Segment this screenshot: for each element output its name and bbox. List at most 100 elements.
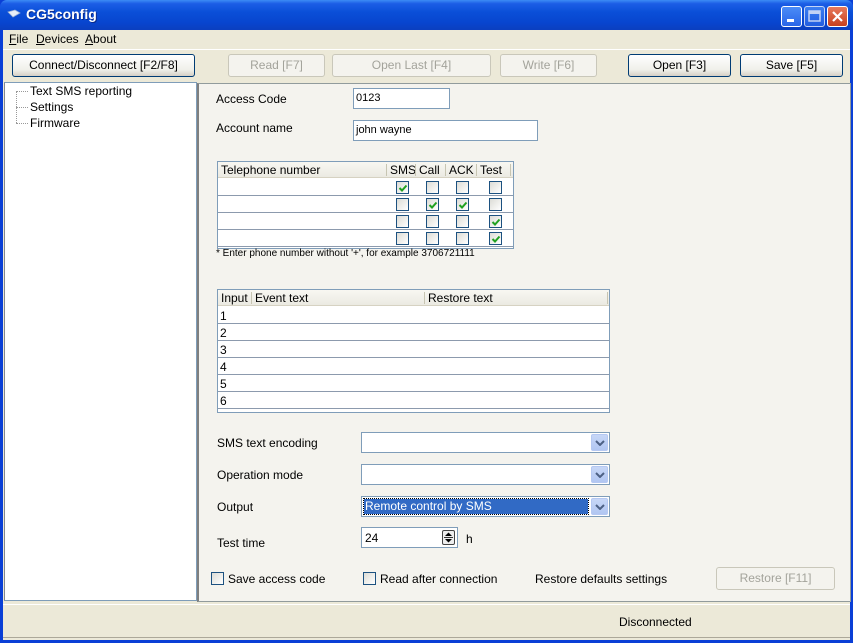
test-checkbox[interactable] [489, 232, 502, 245]
restore-text-cell[interactable] [427, 360, 605, 374]
event-table-row: 5 [218, 375, 609, 392]
save-access-code-label[interactable]: Save access code [228, 572, 325, 586]
ack-checkbox[interactable] [456, 232, 469, 245]
menu-file[interactable]: File [9, 32, 28, 46]
phone-table-row [218, 230, 513, 247]
check-icon [398, 184, 408, 192]
minimize-button[interactable] [781, 6, 802, 27]
dropdown-button[interactable] [591, 498, 608, 515]
input-number-cell: 1 [220, 309, 227, 323]
output-label: Output [217, 500, 254, 514]
menu-devices[interactable]: Devices [36, 32, 79, 46]
call-checkbox[interactable] [426, 198, 439, 211]
column-event-text[interactable]: Event text [255, 291, 308, 305]
restore-button[interactable]: Restore [F11] [716, 567, 835, 590]
test-checkbox[interactable] [489, 181, 502, 194]
test-time-spinner[interactable]: 24 [361, 527, 458, 548]
input-number-cell: 4 [220, 360, 227, 374]
close-button[interactable] [827, 6, 848, 27]
telephone-number-cell[interactable] [220, 215, 385, 229]
telephone-number-cell[interactable] [220, 232, 385, 246]
event-table-row: 6 [218, 392, 609, 409]
restore-text-cell[interactable] [427, 394, 605, 408]
column-sms[interactable]: SMS [390, 163, 416, 177]
column-ack[interactable]: ACK [449, 163, 474, 177]
event-text-cell[interactable] [254, 343, 422, 357]
output-select[interactable]: Remote control by SMS [361, 496, 610, 517]
event-text-cell[interactable] [254, 309, 422, 323]
test-checkbox[interactable] [489, 198, 502, 211]
restore-text-cell[interactable] [427, 377, 605, 391]
ack-checkbox[interactable] [456, 181, 469, 194]
sms-checkbox[interactable] [396, 181, 409, 194]
call-checkbox[interactable] [426, 232, 439, 245]
window-title: CG5config [26, 6, 97, 22]
account-name-input[interactable]: john wayne [353, 120, 538, 141]
column-input[interactable]: Input [221, 291, 248, 305]
menu-about[interactable]: About [85, 32, 116, 46]
status-bar: Disconnected [3, 604, 850, 638]
call-checkbox[interactable] [426, 181, 439, 194]
tree-connector [16, 123, 28, 124]
open-button[interactable]: Open [F3] [628, 54, 731, 77]
test-time-value: 24 [365, 531, 379, 545]
app-icon [7, 9, 21, 18]
test-checkbox[interactable] [489, 215, 502, 228]
maximize-button[interactable] [804, 6, 825, 27]
tree-item-text-sms-reporting[interactable]: Text SMS reporting [30, 84, 132, 98]
chevron-down-icon [595, 504, 605, 510]
write-button[interactable]: Write [F6] [500, 54, 597, 77]
column-call[interactable]: Call [419, 163, 440, 177]
save-button[interactable]: Save [F5] [740, 54, 843, 77]
maximize-icon [808, 10, 821, 22]
restore-text-cell[interactable] [427, 343, 605, 357]
call-checkbox[interactable] [426, 215, 439, 228]
tree-item-settings[interactable]: Settings [30, 100, 73, 114]
read-after-connection-checkbox[interactable] [363, 572, 376, 585]
input-number-cell: 3 [220, 343, 227, 357]
operation-mode-label: Operation mode [217, 468, 304, 482]
tree-item-firmware[interactable]: Firmware [30, 116, 80, 130]
sms-encoding-select[interactable] [361, 432, 610, 453]
ack-checkbox[interactable] [456, 198, 469, 211]
sms-checkbox[interactable] [396, 215, 409, 228]
event-text-cell[interactable] [254, 360, 422, 374]
column-separator [415, 164, 416, 176]
dropdown-button[interactable] [591, 466, 608, 483]
check-icon [458, 201, 468, 209]
spin-buttons[interactable] [442, 530, 455, 545]
account-name-label: Account name [216, 121, 293, 135]
app-window: CG5config File Devices About Connect/Dis… [0, 0, 853, 643]
close-icon [832, 11, 843, 22]
dropdown-button[interactable] [591, 434, 608, 451]
sms-checkbox[interactable] [396, 232, 409, 245]
connect-disconnect-button[interactable]: Connect/Disconnect [F2/F8] [12, 54, 195, 77]
column-separator [251, 292, 252, 304]
phone-number-table: Telephone number SMS Call ACK Test [217, 161, 514, 249]
title-bar[interactable]: CG5config [0, 0, 853, 30]
check-icon [491, 235, 501, 243]
event-text-cell[interactable] [254, 394, 422, 408]
event-text-cell[interactable] [254, 326, 422, 340]
tree-connector [16, 91, 28, 92]
restore-text-cell[interactable] [427, 326, 605, 340]
telephone-number-cell[interactable] [220, 181, 385, 195]
column-test[interactable]: Test [480, 163, 502, 177]
test-time-unit: h [466, 532, 473, 546]
column-separator [386, 164, 387, 176]
check-icon [491, 218, 501, 226]
column-restore-text[interactable]: Restore text [428, 291, 493, 305]
operation-mode-select[interactable] [361, 464, 610, 485]
ack-checkbox[interactable] [456, 215, 469, 228]
client-area: File Devices About Connect/Disconnect [F… [3, 30, 851, 640]
column-telephone-number[interactable]: Telephone number [221, 163, 320, 177]
open-last-button[interactable]: Open Last [F4] [332, 54, 491, 77]
telephone-number-cell[interactable] [220, 198, 385, 212]
sms-checkbox[interactable] [396, 198, 409, 211]
event-text-cell[interactable] [254, 377, 422, 391]
read-after-connection-label[interactable]: Read after connection [380, 572, 497, 586]
save-access-code-checkbox[interactable] [211, 572, 224, 585]
restore-text-cell[interactable] [427, 309, 605, 323]
read-button[interactable]: Read [F7] [228, 54, 325, 77]
access-code-input[interactable]: 0123 [353, 88, 450, 109]
